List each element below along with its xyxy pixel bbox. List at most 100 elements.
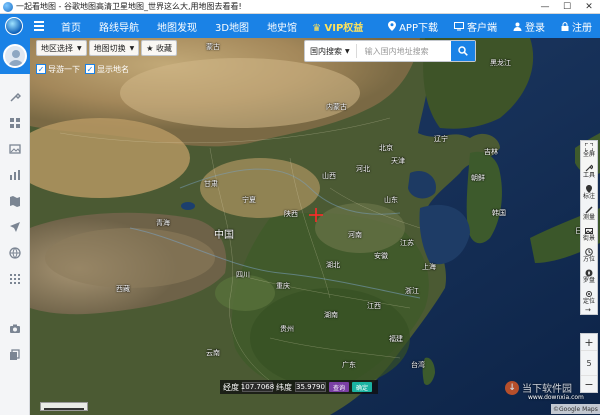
label-guizhou: 贵州 xyxy=(280,325,294,333)
monitor-icon xyxy=(454,21,464,30)
watermark-url: www.downxia.com xyxy=(528,394,584,401)
lock-icon xyxy=(561,21,569,31)
map-scale xyxy=(40,402,88,411)
user-avatar-icon xyxy=(3,44,27,68)
collapse-arrow-icon[interactable]: → xyxy=(585,306,591,314)
measure-label: 测量 xyxy=(582,214,595,221)
compass-icon xyxy=(585,269,593,277)
label-korea: 韩国 xyxy=(492,209,506,217)
label-henan: 河南 xyxy=(348,231,362,239)
login-button[interactable]: 登录 xyxy=(505,19,553,34)
layers-sidebar-icon[interactable] xyxy=(7,116,23,130)
label-ningxia: 宁夏 xyxy=(242,196,256,204)
zoom-out-button[interactable]: − xyxy=(581,376,597,392)
locate-button[interactable]: 定位 xyxy=(581,290,597,305)
chart-sidebar-icon[interactable] xyxy=(7,168,23,182)
satellite-map[interactable]: 蒙古 黑龙江 吉林 辽宁 内蒙古 北京 天津 河北 山西 山东 朝鲜 韩国 日本… xyxy=(30,38,600,415)
search-scope-dropdown[interactable]: 国内搜索 ▼ xyxy=(305,44,357,58)
label-liaoning: 辽宁 xyxy=(434,135,448,143)
show-names-checkbox[interactable]: ✓ 显示地名 xyxy=(85,64,129,75)
label-beijing: 北京 xyxy=(379,144,393,152)
label-zhejiang: 浙江 xyxy=(405,287,419,295)
label-xizang: 西藏 xyxy=(116,285,130,293)
label-guangdong: 广东 xyxy=(342,361,356,369)
tools-sidebar-icon[interactable] xyxy=(7,90,23,104)
label-fujian: 福建 xyxy=(389,335,403,343)
guide-checkbox[interactable]: ✓ 导游一下 xyxy=(36,64,80,75)
compass-button[interactable]: 罗盘 xyxy=(581,269,597,284)
client-label: 客户端 xyxy=(467,22,497,34)
nav-discover[interactable]: 地图发现 xyxy=(148,19,206,34)
search-input[interactable] xyxy=(364,46,461,56)
label-shanxi: 山西 xyxy=(322,172,336,180)
menu-icon[interactable] xyxy=(34,14,52,38)
search-scope-label: 国内搜索 xyxy=(310,46,342,56)
nav-history[interactable]: 地史馆 xyxy=(258,19,306,34)
window-controls: — ☐ ✕ xyxy=(534,0,600,14)
navbar-right: APP下载 客户端 登录 注册 xyxy=(380,14,600,38)
copy-sidebar-icon[interactable] xyxy=(7,348,23,362)
latitude-field[interactable]: 35.9790 xyxy=(295,382,326,392)
nav-vip[interactable]: ♛ VIP权益 xyxy=(306,19,369,34)
app-download-button[interactable]: APP下载 xyxy=(380,19,446,34)
watermark-text: 当下软件园 xyxy=(522,384,572,395)
camera-sidebar-icon[interactable] xyxy=(7,322,23,336)
label-hebei: 河北 xyxy=(356,165,370,173)
coord-query-button[interactable]: 查询 xyxy=(329,382,350,392)
site-logo[interactable] xyxy=(0,14,28,38)
maximize-button[interactable]: ☐ xyxy=(556,0,578,14)
caret-down-icon: ▼ xyxy=(129,44,135,52)
map-switch-dropdown[interactable]: 地图切换 ▼ xyxy=(88,40,140,56)
coordinate-bar: 经度 107.7068 纬度 35.9790 查询 确定 xyxy=(220,380,378,394)
zoom-level: 5 xyxy=(581,350,597,376)
label-sichuan: 四川 xyxy=(236,271,250,279)
search-icon xyxy=(458,46,468,56)
google-attribution[interactable]: ©Google Maps xyxy=(551,404,600,414)
region-select-dropdown[interactable]: 地区选择 ▼ xyxy=(36,40,87,56)
coord-locate-button[interactable]: 确定 xyxy=(352,382,373,392)
register-label: 注册 xyxy=(572,22,592,34)
label-yunnan: 云南 xyxy=(206,349,220,357)
login-label: 登录 xyxy=(525,22,545,34)
map-sidebar-icon[interactable] xyxy=(7,194,23,208)
client-button[interactable]: 客户端 xyxy=(446,19,505,34)
nav-route[interactable]: 路线导航 xyxy=(90,19,148,34)
fullscreen-button[interactable]: 全屏 xyxy=(581,143,597,158)
nav-home[interactable]: 首页 xyxy=(52,19,90,34)
label-neimeng: 内蒙古 xyxy=(326,103,347,111)
region-select-label: 地区选择 xyxy=(41,43,73,53)
image-sidebar-icon[interactable] xyxy=(7,142,23,156)
label-tianjin: 天津 xyxy=(391,157,405,165)
globe-sidebar-icon[interactable] xyxy=(7,246,23,260)
register-button[interactable]: 注册 xyxy=(553,19,600,34)
nav-3d[interactable]: 3D地图 xyxy=(206,19,258,34)
guide-checkbox-label: 导游一下 xyxy=(48,64,80,74)
label-hubei: 湖北 xyxy=(326,261,340,269)
favorite-button[interactable]: ★ 收藏 xyxy=(141,40,177,56)
label-nk: 朝鲜 xyxy=(471,174,485,182)
navigate-sidebar-icon[interactable] xyxy=(7,220,23,234)
pin-icon xyxy=(586,185,592,193)
search-button[interactable] xyxy=(451,41,475,61)
measure-button[interactable]: 测量 xyxy=(581,206,597,221)
label-qinghai: 青海 xyxy=(156,219,170,227)
minimize-button[interactable]: — xyxy=(534,0,556,14)
mark-button[interactable]: 标注 xyxy=(581,185,597,200)
label-chongqing: 重庆 xyxy=(276,282,290,290)
pano-button[interactable]: 街景 xyxy=(581,227,597,242)
label-heilongjiang: 黑龙江 xyxy=(490,59,511,67)
left-sidebar xyxy=(0,38,30,415)
map-control-bar: 地区选择 ▼ 地图切换 ▼ ★ 收藏 xyxy=(36,40,177,56)
tools-button[interactable]: 工具 xyxy=(581,164,597,179)
show-names-checkbox-label: 显示地名 xyxy=(97,64,129,74)
grid-sidebar-icon[interactable] xyxy=(7,272,23,286)
watermark: ↓ 当下软件园 xyxy=(505,380,572,395)
top-navbar: 首页 路线导航 地图发现 3D地图 地史馆 ♛ VIP权益 APP下载 客户端 … xyxy=(0,14,600,38)
direction-button[interactable]: 方位 xyxy=(581,248,597,263)
avatar[interactable] xyxy=(0,38,30,74)
longitude-field[interactable]: 107.7068 xyxy=(241,382,274,392)
label-jiangxi: 江西 xyxy=(367,302,381,310)
locate-icon xyxy=(586,291,592,297)
zoom-in-button[interactable]: + xyxy=(581,334,597,350)
close-button[interactable]: ✕ xyxy=(578,0,600,14)
